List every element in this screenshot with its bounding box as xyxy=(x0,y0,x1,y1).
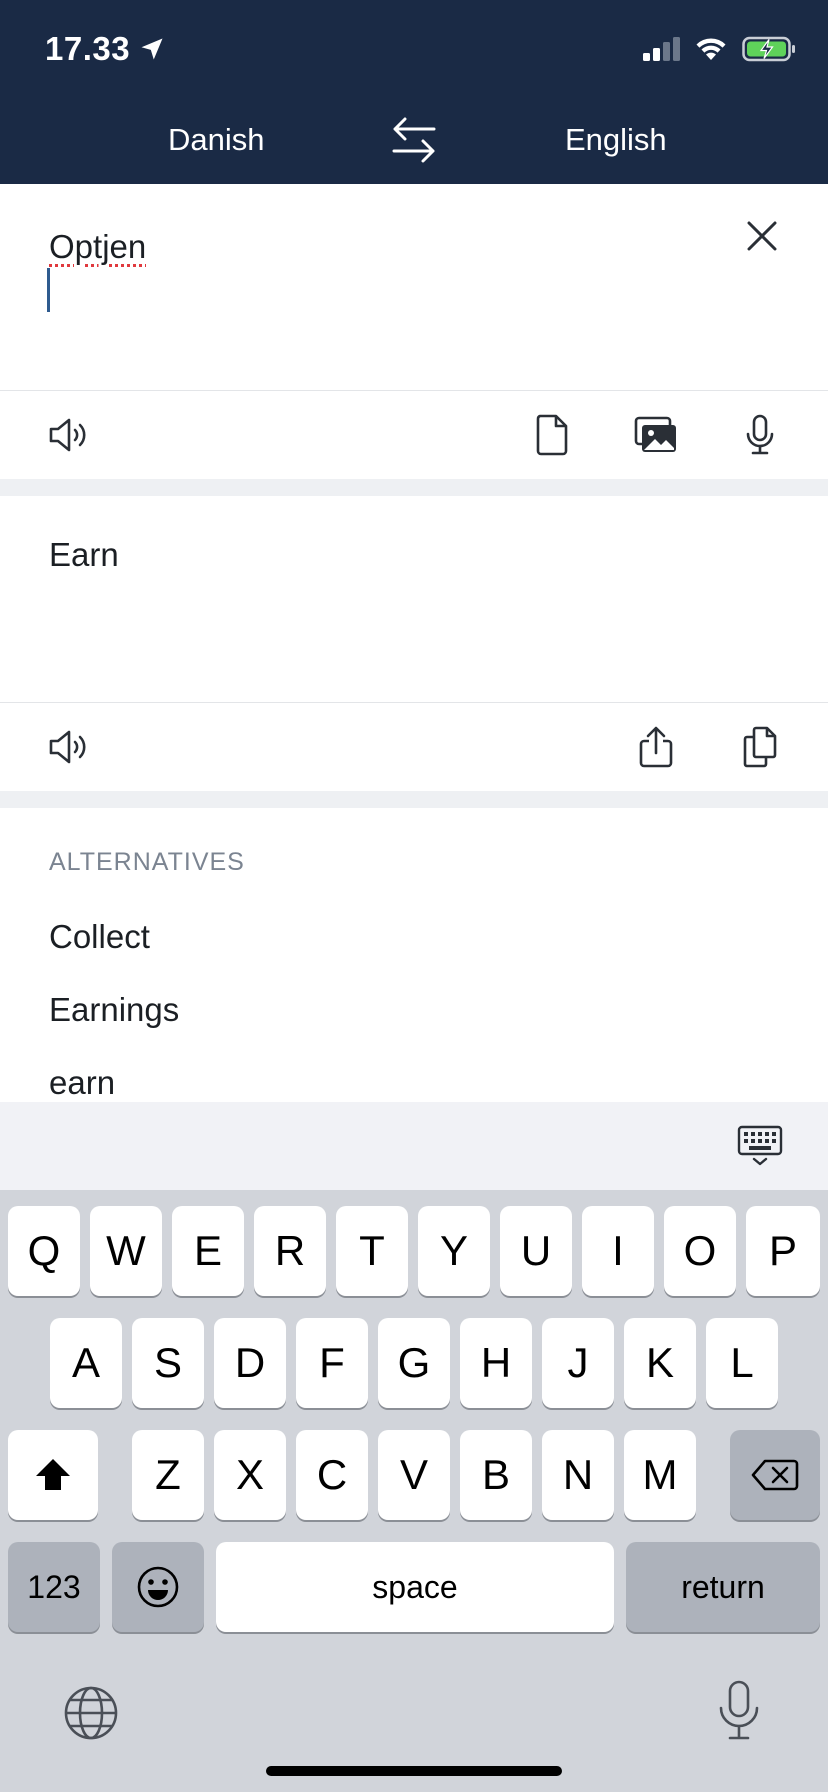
language-selector: Danish English xyxy=(0,104,828,176)
listen-translation-button[interactable] xyxy=(44,723,92,771)
home-indicator[interactable] xyxy=(266,1766,562,1776)
alternative-item[interactable]: Collect xyxy=(49,918,150,956)
wifi-icon xyxy=(696,38,726,60)
key-z[interactable]: Z xyxy=(132,1430,204,1520)
keyboard-accessory-bar xyxy=(0,1102,828,1190)
key-c[interactable]: C xyxy=(296,1430,368,1520)
backspace-icon xyxy=(751,1459,799,1491)
onscreen-keyboard: Q W E R T Y U I O P A S D F G H J K L Z … xyxy=(0,1190,828,1792)
key-a[interactable]: A xyxy=(50,1318,122,1408)
numbers-key[interactable]: 123 xyxy=(8,1542,100,1632)
translation-toolbar xyxy=(0,703,828,791)
alternatives-section: ALTERNATIVES Collect Earnings earn xyxy=(0,808,828,1102)
key-g[interactable]: G xyxy=(378,1318,450,1408)
source-language-button[interactable]: Danish xyxy=(168,122,265,158)
text-cursor xyxy=(47,268,50,312)
location-arrow-icon xyxy=(141,38,163,60)
globe-key[interactable] xyxy=(62,1684,120,1742)
microphone-icon xyxy=(746,414,774,455)
key-y[interactable]: Y xyxy=(418,1206,490,1296)
key-o[interactable]: O xyxy=(664,1206,736,1296)
key-d[interactable]: D xyxy=(214,1318,286,1408)
swap-languages-button[interactable] xyxy=(388,114,440,166)
alternative-item[interactable]: earn xyxy=(49,1064,115,1102)
status-indicators xyxy=(642,36,796,62)
speaker-icon xyxy=(49,418,86,452)
key-b[interactable]: B xyxy=(460,1430,532,1520)
key-n[interactable]: N xyxy=(542,1430,614,1520)
translation-text: Earn xyxy=(49,536,119,573)
emoji-key[interactable] xyxy=(112,1542,204,1632)
document-icon xyxy=(536,414,568,456)
section-gap xyxy=(0,791,828,808)
key-l[interactable]: L xyxy=(706,1318,778,1408)
cellular-signal-icon xyxy=(643,37,680,61)
image-icon xyxy=(634,416,676,452)
key-v[interactable]: V xyxy=(378,1430,450,1520)
voice-input-button[interactable] xyxy=(736,411,784,459)
key-m[interactable]: M xyxy=(624,1430,696,1520)
backspace-key[interactable] xyxy=(730,1430,820,1520)
status-time-label: 17.33 xyxy=(45,30,131,67)
key-q[interactable]: Q xyxy=(8,1206,80,1296)
globe-icon xyxy=(64,1686,118,1740)
target-language-button[interactable]: English xyxy=(565,122,667,158)
speaker-icon xyxy=(49,730,86,764)
status-time: 17.33 xyxy=(45,30,166,68)
keyboard-dismiss-icon xyxy=(737,1125,783,1166)
translation-area: Earn xyxy=(0,496,828,702)
alternative-item[interactable]: Earnings xyxy=(49,991,179,1029)
key-u[interactable]: U xyxy=(500,1206,572,1296)
swap-languages-icon xyxy=(392,117,436,163)
clear-text-button[interactable] xyxy=(744,218,780,254)
key-t[interactable]: T xyxy=(336,1206,408,1296)
share-translation-button[interactable] xyxy=(632,723,680,771)
battery-charging-icon xyxy=(742,36,795,62)
listen-source-button[interactable] xyxy=(44,411,92,459)
source-text-area[interactable]: Optjen xyxy=(0,184,828,390)
app-header: 17.33 Danish English xyxy=(0,0,828,184)
share-icon xyxy=(639,726,673,768)
key-k[interactable]: K xyxy=(624,1318,696,1408)
copy-icon xyxy=(743,726,777,768)
key-r[interactable]: R xyxy=(254,1206,326,1296)
dismiss-keyboard-button[interactable] xyxy=(736,1124,784,1168)
source-text-input[interactable]: Optjen xyxy=(49,228,146,266)
emoji-icon xyxy=(137,1566,179,1608)
close-icon xyxy=(747,221,777,251)
key-i[interactable]: I xyxy=(582,1206,654,1296)
key-h[interactable]: H xyxy=(460,1318,532,1408)
shift-icon xyxy=(36,1459,70,1490)
shift-key[interactable] xyxy=(8,1430,98,1520)
dictation-key[interactable] xyxy=(710,1678,768,1742)
translate-image-button[interactable] xyxy=(632,411,680,459)
translate-document-button[interactable] xyxy=(528,411,576,459)
key-w[interactable]: W xyxy=(90,1206,162,1296)
key-s[interactable]: S xyxy=(132,1318,204,1408)
source-toolbar xyxy=(0,391,828,479)
key-f[interactable]: F xyxy=(296,1318,368,1408)
source-text-value: Optjen xyxy=(49,228,147,265)
key-j[interactable]: J xyxy=(542,1318,614,1408)
key-x[interactable]: X xyxy=(214,1430,286,1520)
copy-translation-button[interactable] xyxy=(736,723,784,771)
key-p[interactable]: P xyxy=(746,1206,820,1296)
key-e[interactable]: E xyxy=(172,1206,244,1296)
space-key[interactable]: space xyxy=(216,1542,614,1632)
alternatives-heading: ALTERNATIVES xyxy=(49,848,245,876)
section-gap xyxy=(0,479,828,496)
microphone-icon xyxy=(719,1680,759,1740)
return-key[interactable]: return xyxy=(626,1542,820,1632)
